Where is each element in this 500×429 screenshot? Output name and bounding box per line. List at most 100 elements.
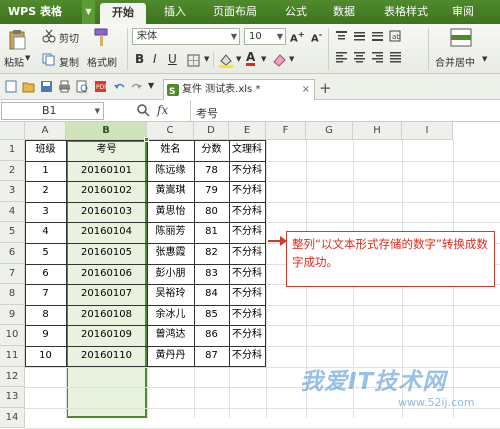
column-header-a[interactable]: A: [25, 122, 66, 140]
new-tab-icon[interactable]: +: [319, 79, 332, 97]
paste-dropdown-icon[interactable]: ▼: [25, 54, 30, 62]
column-header-g[interactable]: G: [306, 122, 353, 140]
close-tab-icon[interactable]: ×: [302, 80, 310, 100]
table-cell[interactable]: 80: [194, 202, 229, 223]
format-painter-button[interactable]: 格式刷: [87, 54, 117, 69]
header-cell[interactable]: 分数: [194, 140, 229, 161]
table-cell[interactable]: 84: [194, 284, 229, 305]
new-document-icon[interactable]: [5, 80, 17, 93]
bold-icon[interactable]: B: [135, 52, 144, 66]
chevron-down-icon[interactable]: ▼: [289, 55, 294, 63]
chevron-down-icon[interactable]: ▼: [482, 55, 487, 63]
tab-review[interactable]: 审阅: [445, 0, 481, 24]
undo-icon[interactable]: [113, 81, 126, 93]
row-header-9[interactable]: 9: [0, 304, 25, 326]
table-cell[interactable]: 82: [194, 243, 229, 264]
app-dropdown-icon[interactable]: ▼: [82, 0, 95, 24]
table-cell[interactable]: 86: [194, 325, 229, 346]
column-header-i[interactable]: I: [402, 122, 453, 140]
font-shrink-icon[interactable]: A-: [311, 29, 322, 44]
table-cell[interactable]: 不分科: [229, 181, 266, 202]
row-header-13[interactable]: 13: [0, 387, 25, 408]
zoom-icon[interactable]: [137, 104, 150, 117]
eraser-icon[interactable]: [272, 53, 286, 67]
table-cell[interactable]: 不分科: [229, 202, 266, 223]
table-cell[interactable]: 20160106: [66, 264, 147, 285]
table-cell[interactable]: 7: [25, 284, 66, 305]
fill-handle[interactable]: [144, 137, 149, 142]
table-cell[interactable]: 黄丹丹: [147, 346, 194, 367]
customize-quick-access-icon[interactable]: ▼: [148, 81, 154, 90]
row-header-4[interactable]: 4: [0, 201, 25, 223]
row-header-3[interactable]: 3: [0, 181, 25, 202]
tab-insert[interactable]: 插入: [155, 0, 195, 24]
column-header-h[interactable]: H: [353, 122, 402, 140]
table-cell[interactable]: 20160102: [66, 181, 147, 202]
underline-icon[interactable]: U: [168, 52, 177, 66]
column-header-d[interactable]: D: [194, 122, 229, 140]
table-cell[interactable]: 83: [194, 264, 229, 285]
copy-button[interactable]: 复制: [59, 54, 79, 69]
table-cell[interactable]: 79: [194, 181, 229, 202]
chevron-down-icon[interactable]: ▼: [236, 55, 241, 63]
table-cell[interactable]: 20160104: [66, 222, 147, 243]
table-cell[interactable]: 20160110: [66, 346, 147, 367]
table-cell[interactable]: 彭小朋: [147, 264, 194, 285]
italic-icon[interactable]: I: [153, 52, 157, 66]
format-painter-icon[interactable]: [93, 28, 111, 48]
table-cell[interactable]: 余冰儿: [147, 305, 194, 326]
header-cell[interactable]: 班级: [25, 140, 66, 161]
row-header-14[interactable]: 14: [0, 407, 25, 429]
table-cell[interactable]: 1: [25, 161, 66, 182]
chevron-down-icon[interactable]: ▼: [95, 103, 100, 119]
column-header-e[interactable]: E: [229, 122, 266, 140]
header-cell[interactable]: 文理科: [229, 140, 266, 161]
cut-button[interactable]: 剪切: [59, 30, 79, 45]
chevron-down-icon[interactable]: ▼: [204, 55, 209, 63]
border-icon[interactable]: [187, 54, 201, 67]
paste-icon[interactable]: [8, 29, 28, 51]
tab-formula[interactable]: 公式: [278, 0, 314, 24]
formula-input[interactable]: 考号: [196, 105, 218, 121]
row-header-2[interactable]: 2: [0, 160, 25, 182]
table-cell[interactable]: 20160105: [66, 243, 147, 264]
tab-table-style[interactable]: 表格样式: [376, 0, 436, 24]
scissors-icon[interactable]: [42, 29, 56, 43]
header-cell[interactable]: 考号: [66, 140, 147, 161]
tab-data[interactable]: 数据: [326, 0, 362, 24]
table-cell[interactable]: 不分科: [229, 305, 266, 326]
table-cell[interactable]: 2: [25, 181, 66, 202]
table-cell[interactable]: 20160103: [66, 202, 147, 223]
table-cell[interactable]: 不分科: [229, 264, 266, 285]
table-cell[interactable]: 不分科: [229, 325, 266, 346]
save-icon[interactable]: [40, 80, 53, 93]
function-icon[interactable]: fx: [157, 103, 168, 117]
name-box[interactable]: B1 ▼: [1, 102, 104, 120]
table-cell[interactable]: 陈丽芳: [147, 222, 194, 243]
row-header-8[interactable]: 8: [0, 284, 25, 305]
print-icon[interactable]: [58, 80, 71, 93]
table-cell[interactable]: 9: [25, 325, 66, 346]
table-cell[interactable]: 不分科: [229, 346, 266, 367]
table-cell[interactable]: 87: [194, 346, 229, 367]
table-cell[interactable]: 81: [194, 222, 229, 243]
table-cell[interactable]: 20160107: [66, 284, 147, 305]
table-cell[interactable]: 20160108: [66, 305, 147, 326]
table-cell[interactable]: 黄思怡: [147, 202, 194, 223]
document-tab[interactable]: S 复件 测试表.xls * ×: [163, 79, 315, 100]
row-header-5[interactable]: 5: [0, 222, 25, 243]
app-menu-button[interactable]: WPS 表格 ▼: [0, 0, 95, 24]
font-name-select[interactable]: 宋体 ▼: [132, 28, 240, 45]
tab-start[interactable]: 开始: [100, 3, 146, 24]
table-cell[interactable]: 曾鸿达: [147, 325, 194, 346]
table-cell[interactable]: 20160101: [66, 161, 147, 182]
table-cell[interactable]: 吴裕玲: [147, 284, 194, 305]
table-cell[interactable]: 不分科: [229, 284, 266, 305]
row-header-10[interactable]: 10: [0, 325, 25, 346]
table-cell[interactable]: 不分科: [229, 243, 266, 264]
copy-icon[interactable]: [42, 53, 55, 66]
header-cell[interactable]: 姓名: [147, 140, 194, 161]
table-cell[interactable]: 10: [25, 346, 66, 367]
font-grow-icon[interactable]: A+: [290, 29, 305, 44]
table-cell[interactable]: 黄嵩琪: [147, 181, 194, 202]
